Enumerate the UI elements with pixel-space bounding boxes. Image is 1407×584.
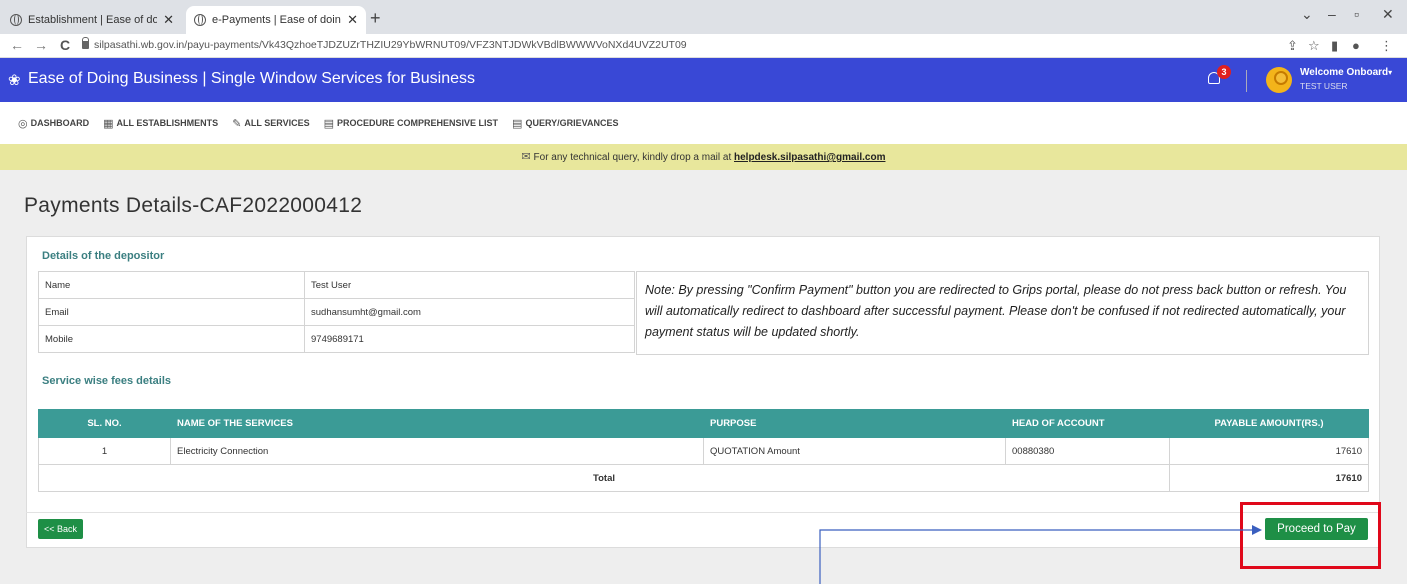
menu-item-label: ALL SERVICES <box>244 118 310 128</box>
menu-item-label: ALL ESTABLISHMENTS <box>116 118 219 128</box>
proceed-to-pay-button[interactable]: Proceed to Pay <box>1265 518 1368 540</box>
table-row: Name Test User <box>38 271 635 299</box>
back-button[interactable]: << Back <box>38 519 84 539</box>
table-row: 1 Electricity Connection QUOTATION Amoun… <box>38 437 1369 465</box>
user-menu-toggle[interactable]: Welcome Onboard▾ <box>1300 67 1392 78</box>
menu-item-query-grievances[interactable]: ▤ QUERY/GRIEVANCES <box>512 117 618 130</box>
user-name: TEST USER <box>1300 81 1348 91</box>
list-icon: ▤ <box>323 117 334 130</box>
app-header: ❀ Ease of Doing Business | Single Window… <box>0 58 1407 102</box>
building-icon: ▦ <box>103 117 114 130</box>
profile-icon[interactable]: ● <box>1352 38 1360 53</box>
menu-item-dashboard[interactable]: ◎ DASHBOARD <box>18 117 89 130</box>
total-row: Total 17610 <box>38 464 1369 492</box>
caret-down-icon: ▾ <box>1388 68 1393 77</box>
menu-item-label: QUERY/GRIEVANCES <box>525 118 619 128</box>
total-amount: 17610 <box>1169 464 1369 492</box>
browser-tab-strip: Establishment | Ease of doing bu ✕ e-Pay… <box>0 0 1407 34</box>
column-header: PAYABLE AMOUNT(RS.) <box>1169 409 1369 438</box>
service-name-cell: Electricity Connection <box>170 437 704 465</box>
list-icon: ▤ <box>512 117 523 130</box>
menu-item-procedure-list[interactable]: ▤ PROCEDURE COMPREHENSIVE LIST <box>324 117 498 130</box>
sl-no-cell: 1 <box>38 437 171 465</box>
menu-item-all-establishments[interactable]: ▦ ALL ESTABLISHMENTS <box>103 117 218 130</box>
page-title: Payments Details-CAF2022000412 <box>24 194 363 217</box>
globe-icon <box>194 14 206 26</box>
depositor-table: Name Test User Email sudhansumht@gmail.c… <box>38 271 635 353</box>
bookmark-star-icon[interactable]: ☆ <box>1308 38 1320 54</box>
depositor-value: sudhansumht@gmail.com <box>304 298 635 326</box>
depositor-label: Mobile <box>38 325 305 353</box>
header-divider <box>1246 70 1247 92</box>
menu-item-label: DASHBOARD <box>30 118 90 128</box>
main-menu: ◎ DASHBOARD ▦ ALL ESTABLISHMENTS ✎ ALL S… <box>0 102 1407 144</box>
menu-item-label: PROCEDURE COMPREHENSIVE LIST <box>337 118 499 128</box>
panel-divider <box>26 512 1380 513</box>
window-close-button[interactable]: ✕ <box>1382 6 1394 23</box>
url-field[interactable]: silpasathi.wb.gov.in/payu-payments/Vk43Q… <box>94 39 687 51</box>
back-arrow-icon[interactable]: ← <box>10 37 24 53</box>
maximize-button[interactable]: ▫ <box>1354 6 1359 22</box>
browser-menu-icon[interactable]: ⋮ <box>1380 38 1393 54</box>
tab-title: e-Payments | Ease of doing busi <box>212 14 341 26</box>
lock-icon[interactable] <box>82 37 89 49</box>
close-icon[interactable]: ✕ <box>163 12 174 28</box>
new-tab-button[interactable]: + <box>370 8 381 29</box>
tab-title: Establishment | Ease of doing bu <box>28 14 158 26</box>
column-header: PURPOSE <box>703 409 1006 438</box>
welcome-text: Welcome Onboard <box>1300 67 1389 78</box>
fees-table: SL. NO. NAME OF THE SERVICES PURPOSE HEA… <box>38 409 1369 492</box>
purpose-cell: QUOTATION Amount <box>703 437 1006 465</box>
logo-icon: ❀ <box>8 72 21 89</box>
app-title[interactable]: Ease of Doing Business | Single Window S… <box>28 70 475 88</box>
total-label: Total <box>38 464 1170 492</box>
notice-text: For any technical query, kindly drop a m… <box>533 152 732 163</box>
tab-search-chevron-icon[interactable]: ⌄ <box>1301 6 1313 23</box>
depositor-label: Email <box>38 298 305 326</box>
close-icon[interactable]: ✕ <box>347 12 358 28</box>
depositor-label: Name <box>38 271 305 299</box>
column-header: SL. NO. <box>38 409 171 438</box>
reload-icon[interactable]: C <box>60 37 70 53</box>
mail-icon: ✉ <box>521 151 531 163</box>
browser-tab-establishment[interactable]: Establishment | Ease of doing bu ✕ <box>2 6 182 34</box>
address-bar: ← → C silpasathi.wb.gov.in/payu-payments… <box>0 34 1407 58</box>
dashboard-icon: ◎ <box>18 117 28 130</box>
depositor-value: Test User <box>304 271 635 299</box>
table-row: Email sudhansumht@gmail.com <box>38 298 635 326</box>
payable-amount-cell: 17610 <box>1169 437 1369 465</box>
minimize-button[interactable]: – <box>1328 6 1336 22</box>
support-notice: ✉ For any technical query, kindly drop a… <box>0 144 1407 170</box>
menu-item-all-services[interactable]: ✎ ALL SERVICES <box>232 117 309 130</box>
column-header: HEAD OF ACCOUNT <box>1005 409 1170 438</box>
share-icon[interactable]: ⇪ <box>1287 38 1298 54</box>
table-header-row: SL. NO. NAME OF THE SERVICES PURPOSE HEA… <box>38 409 1369 438</box>
head-of-account-cell: 00880380 <box>1005 437 1170 465</box>
notification-badge[interactable]: 3 <box>1217 65 1231 79</box>
forward-arrow-icon[interactable]: → <box>34 37 48 53</box>
depositor-value: 9749689171 <box>304 325 635 353</box>
helpdesk-email-link[interactable]: helpdesk.silpasathi@gmail.com <box>734 152 885 163</box>
payment-note: Note: By pressing "Confirm Payment" butt… <box>636 271 1369 355</box>
side-panel-icon[interactable]: ▮ <box>1331 38 1338 54</box>
depositor-heading: Details of the depositor <box>42 250 165 262</box>
wrench-icon: ✎ <box>232 117 242 130</box>
browser-tab-e-payments[interactable]: e-Payments | Ease of doing busi ✕ <box>186 6 366 34</box>
fees-heading: Service wise fees details <box>42 375 172 387</box>
globe-icon <box>10 14 22 26</box>
avatar[interactable] <box>1266 67 1292 93</box>
column-header: NAME OF THE SERVICES <box>170 409 704 438</box>
table-row: Mobile 9749689171 <box>38 325 635 353</box>
